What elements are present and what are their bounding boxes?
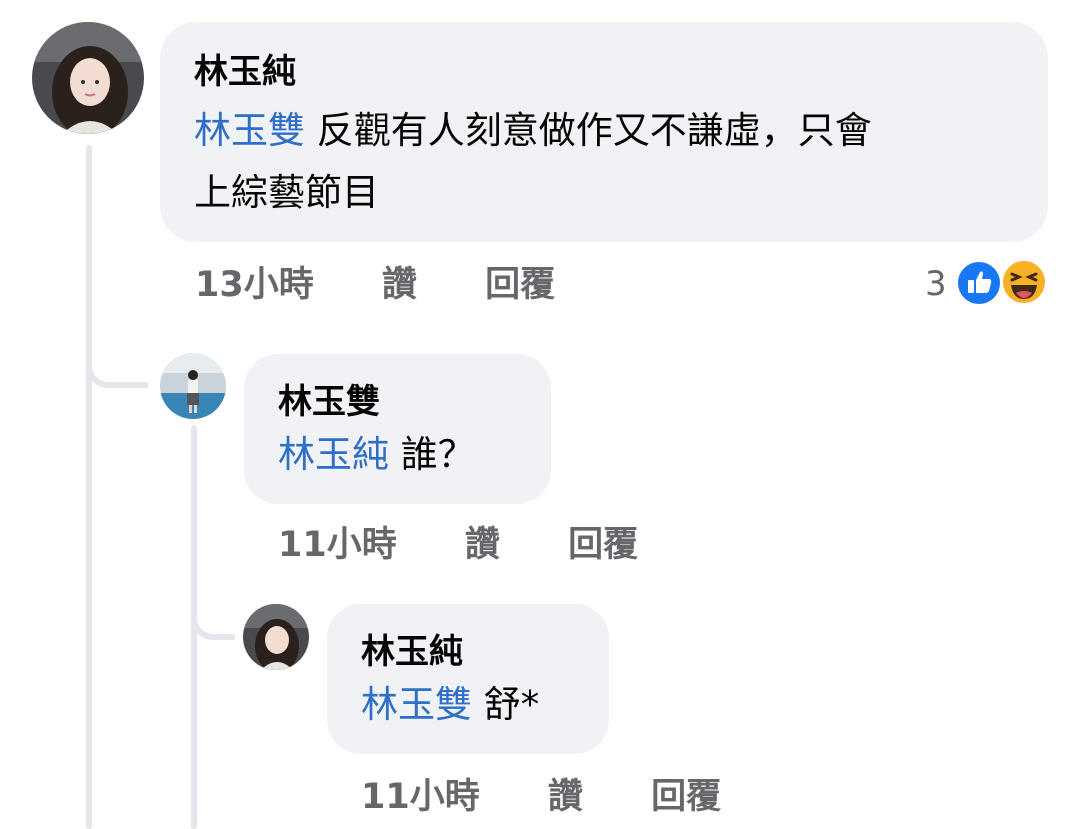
avatar-photo-icon (243, 604, 309, 670)
comment-bubble-2[interactable]: 林玉雙 林玉純 誰？ (244, 354, 551, 504)
comment-text-body: 誰？ (389, 433, 475, 476)
reply-button[interactable]: 回覆 (651, 777, 721, 817)
comment-meta-3: 11小時 讚 回覆 (361, 777, 721, 817)
avatar-photo-icon (160, 353, 226, 419)
comment-meta-1: 13小時 讚 回覆 (195, 265, 555, 305)
reply-button[interactable]: 回覆 (568, 525, 638, 565)
comment-text-line2: 上綜藝節目 (194, 171, 379, 214)
comment-bubble-1[interactable]: 林玉純 林玉雙 反觀有人刻意做作又不謙虛，只會 上綜藝節目 (160, 22, 1048, 242)
like-button[interactable]: 讚 (382, 265, 417, 305)
avatar-photo-icon (32, 22, 144, 134)
thread-branch-reply-1 (86, 340, 148, 388)
thread-branch-reply-2 (191, 590, 235, 640)
mention-link[interactable]: 林玉雙 (361, 683, 472, 726)
comment-text: 林玉純 誰？ (278, 424, 517, 486)
comment-author[interactable]: 林玉雙 (278, 380, 517, 424)
mention-link[interactable]: 林玉雙 (194, 109, 305, 152)
mention-link[interactable]: 林玉純 (278, 433, 389, 476)
haha-icon (1001, 259, 1047, 305)
comment-timestamp[interactable]: 11小時 (361, 777, 480, 817)
thread-line-main (86, 145, 92, 829)
like-button[interactable]: 讚 (548, 777, 583, 817)
comment-text: 林玉雙 反觀有人刻意做作又不謙虛，只會 上綜藝節目 (194, 100, 1014, 224)
avatar-comment-2[interactable] (160, 353, 226, 419)
comment-text: 林玉雙 舒* (361, 674, 575, 736)
avatar-comment-1[interactable] (32, 22, 144, 134)
reaction-count[interactable]: 3 (925, 264, 947, 304)
comment-timestamp[interactable]: 11小時 (278, 525, 397, 565)
like-icon (956, 260, 1002, 306)
reply-button[interactable]: 回覆 (485, 265, 555, 305)
comment-author[interactable]: 林玉純 (361, 630, 575, 674)
comment-author[interactable]: 林玉純 (194, 50, 1014, 94)
comment-text-line1: 反觀有人刻意做作又不謙虛，只會 (305, 109, 872, 152)
comment-bubble-3[interactable]: 林玉純 林玉雙 舒* (327, 604, 609, 754)
avatar-comment-3[interactable] (243, 604, 309, 670)
comment-text-body: 舒* (472, 683, 540, 726)
comment-meta-2: 11小時 讚 回覆 (278, 525, 638, 565)
comment-timestamp[interactable]: 13小時 (195, 265, 314, 305)
like-button[interactable]: 讚 (465, 525, 500, 565)
